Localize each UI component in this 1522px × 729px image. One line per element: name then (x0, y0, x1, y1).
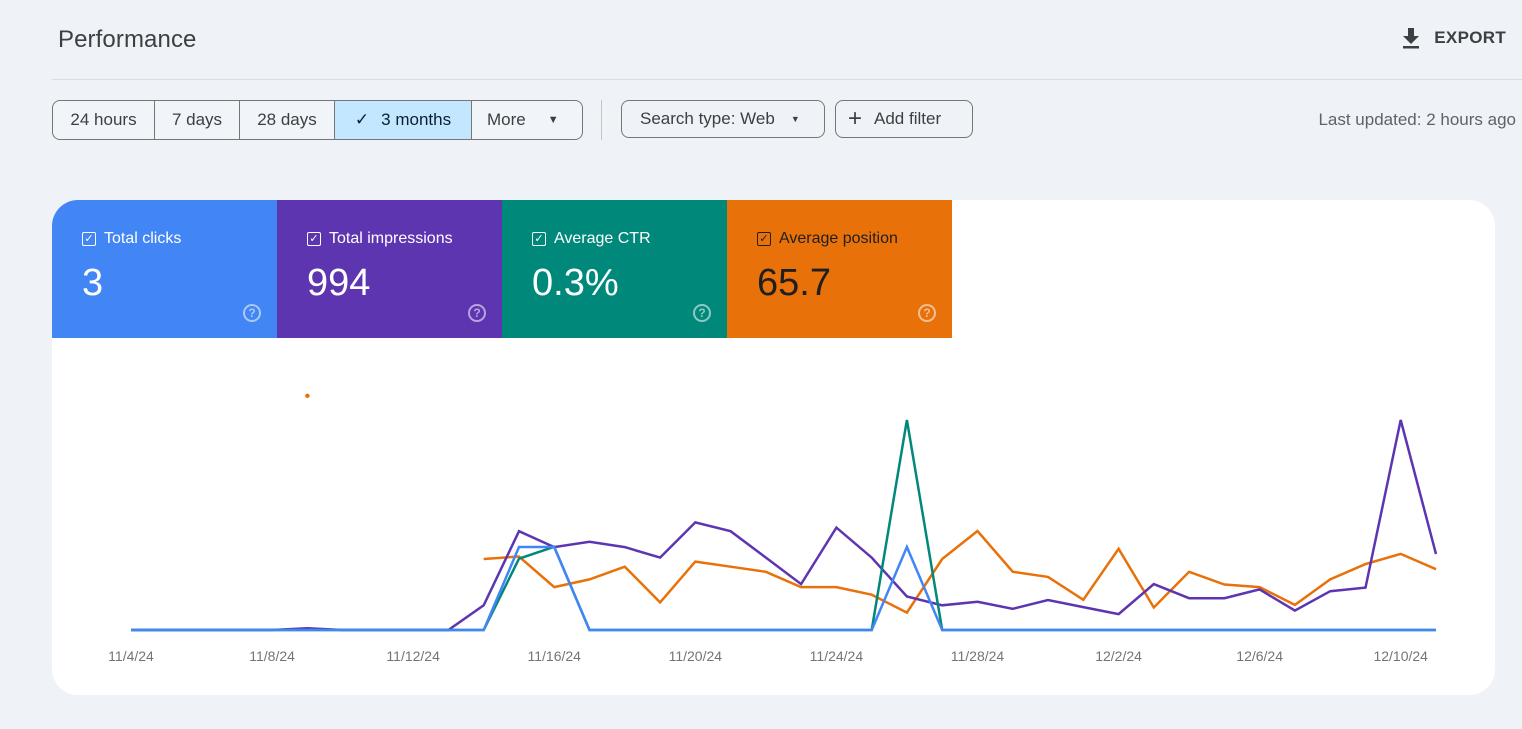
add-filter-label: Add filter (874, 109, 942, 128)
page-title: Performance (58, 26, 197, 53)
x-tick-label: 11/28/24 (951, 648, 1005, 664)
performance-line-chart: 11/4/24 11/8/24 11/12/24 11/16/24 11/20/24 11… (108, 393, 1438, 664)
range-label: 24 hours (70, 110, 137, 129)
chart-series-group (131, 393, 1438, 632)
range-label: 7 days (171, 110, 223, 129)
x-tick-label: 12/2/24 (1095, 648, 1142, 664)
date-range-selector: 24 hours 7 days 28 days ✓ 3 months More … (52, 100, 583, 140)
series-average-ctr (131, 419, 1436, 632)
performance-chart-card: ✓ Total clicks 3 ? ✓ Total impressions 994… (52, 200, 1495, 695)
x-tick-label: 12/6/24 (1236, 648, 1283, 664)
range-28-days[interactable]: 28 days (240, 101, 335, 139)
download-icon (1403, 28, 1420, 49)
range-3-months[interactable]: ✓ 3 months (335, 101, 472, 139)
x-tick-label: 12/10/24 (1373, 648, 1428, 664)
series-total-impressions (131, 419, 1438, 632)
last-updated: Last updated: 2 hours ago (1318, 110, 1516, 129)
x-tick-label: 11/16/24 (528, 648, 582, 664)
series-line (483, 529, 1437, 615)
check-icon: ✓ (354, 110, 370, 129)
series-total-clicks (131, 543, 1436, 632)
dropdown-arrow-icon: ▼ (790, 114, 800, 124)
x-tick-label: 11/20/24 (669, 648, 723, 664)
x-tick-label: 11/12/24 (386, 648, 440, 664)
range-7-days[interactable]: 7 days (155, 101, 240, 139)
range-24-hours[interactable]: 24 hours (53, 101, 155, 139)
search-type-dropdown[interactable]: Search type: Web ▼ (621, 100, 825, 138)
series-line (131, 419, 1438, 632)
dropdown-arrow-icon: ▼ (547, 114, 559, 126)
data-point (305, 393, 310, 398)
add-filter-button[interactable]: + Add filter (835, 100, 973, 138)
x-axis-ticks: 11/4/24 11/8/24 11/12/24 11/16/24 11/20/24 11… (108, 648, 1428, 664)
header-divider (52, 79, 1522, 80)
x-tick-label: 11/8/24 (249, 648, 295, 664)
export-button[interactable]: EXPORT (1400, 26, 1506, 50)
export-label: EXPORT (1434, 28, 1506, 47)
range-label: More (487, 110, 526, 129)
plus-icon: + (848, 105, 863, 132)
x-tick-label: 11/4/24 (108, 648, 154, 664)
x-tick-label: 11/24/24 (810, 648, 864, 664)
range-label: 3 months (381, 110, 452, 129)
range-more-dropdown[interactable]: More ▼ (472, 101, 582, 139)
search-type-label: Search type: Web (640, 109, 775, 128)
filter-separator (601, 100, 602, 140)
series-line (131, 543, 1436, 632)
series-line (131, 419, 1436, 632)
range-label: 28 days (257, 110, 317, 129)
series-average-position (305, 393, 1437, 615)
